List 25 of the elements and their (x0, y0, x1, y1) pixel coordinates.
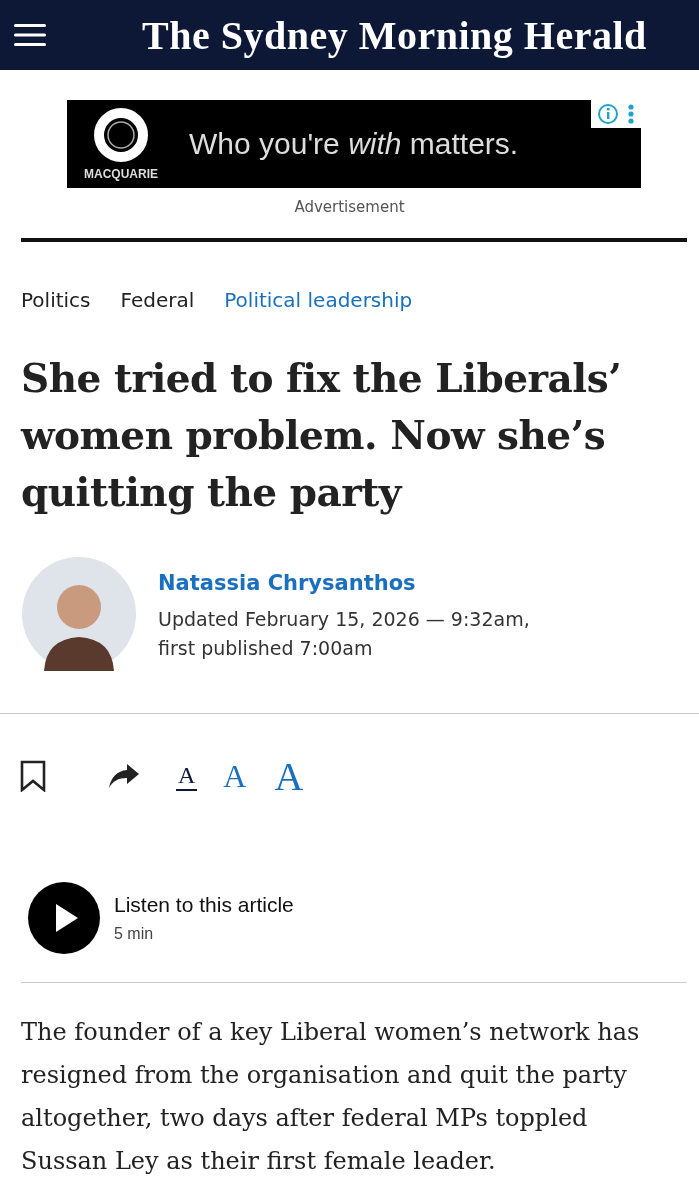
author-link[interactable]: Natassia Chrysanthos (158, 571, 530, 595)
more-icon[interactable] (627, 103, 635, 125)
text-size-button[interactable]: A (272, 752, 306, 800)
menu-icon[interactable] (14, 23, 46, 47)
ad-brand: MACQUARIE (84, 167, 158, 181)
text-size-button[interactable]: A (221, 757, 249, 795)
ad-slogan: Who you're with matters. (189, 127, 519, 161)
article-paragraph: The founder of a key Liberal women’s network has resigned from the organisation and quit the party altogether, two days after federal MPs toppled Sussan Ley as their first female leader. (21, 1017, 641, 1177)
headline: She tried to fix the Liberals’ women problem. Now she’s quitting the party (21, 354, 623, 517)
bookmark-icon[interactable] (20, 760, 46, 792)
breadcrumb-link[interactable]: Political leadership (224, 288, 413, 312)
masthead-logo[interactable]: The Sydney Morning Herald (142, 11, 647, 59)
updated-date: Updated February 15, 2026 — 9:32am, (158, 607, 530, 632)
published-date: first published 7:00am (158, 636, 374, 661)
info-icon[interactable] (597, 103, 619, 125)
ad-banner[interactable]: MACQUARIE Who you're with matters. (67, 100, 641, 188)
play-button[interactable] (28, 882, 100, 954)
text-size-button[interactable]: A (176, 761, 198, 791)
ad-caption: Advertisement (293, 198, 406, 216)
audio-duration: 5 min (114, 925, 155, 943)
breadcrumb-link[interactable]: Politics (21, 288, 91, 312)
listen-label: Listen to this article (114, 893, 294, 917)
ring-logo-icon (93, 107, 149, 163)
breadcrumb-link[interactable]: Federal (120, 288, 195, 312)
share-icon[interactable] (108, 763, 140, 789)
